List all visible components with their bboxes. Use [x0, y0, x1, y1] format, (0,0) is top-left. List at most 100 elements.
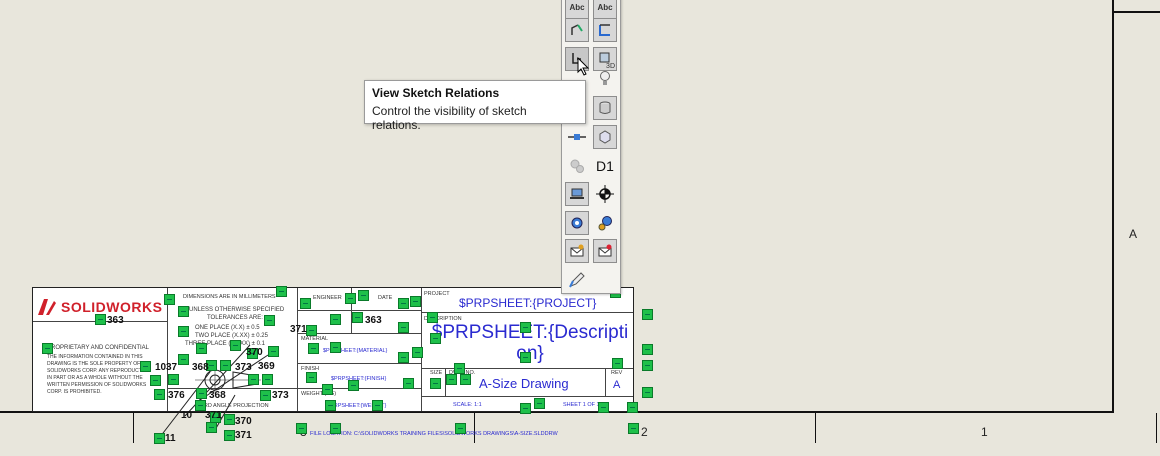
relation-marker[interactable]	[446, 374, 457, 385]
lightbulb-icon	[600, 71, 610, 85]
relation-marker[interactable]	[196, 343, 207, 354]
relation-marker[interactable]	[345, 293, 356, 304]
relation-marker[interactable]	[300, 298, 311, 309]
origin-icon	[596, 185, 614, 203]
relation-marker[interactable]	[372, 400, 383, 411]
relation-marker[interactable]	[268, 346, 279, 357]
edit-sketch-button[interactable]	[565, 18, 589, 42]
relation-number: 363	[365, 315, 382, 326]
relation-marker[interactable]	[322, 384, 333, 395]
sketch-outline-button[interactable]	[593, 18, 617, 42]
laptop-icon	[570, 188, 584, 199]
pencil-edit-icon	[569, 272, 585, 288]
relation-marker[interactable]	[330, 342, 341, 353]
tooltip-title: View Sketch Relations	[372, 86, 500, 100]
relation-number: 371	[235, 430, 252, 441]
relation-marker[interactable]	[248, 374, 259, 385]
relation-marker[interactable]	[42, 343, 53, 354]
relation-marker[interactable]	[358, 290, 369, 301]
gear-settings-button[interactable]	[565, 211, 589, 235]
relation-marker[interactable]	[196, 388, 207, 399]
tooltip-description: Control the visibility of sketch relatio…	[372, 104, 527, 132]
gears-disabled-button[interactable]	[565, 154, 589, 178]
cylinder-view-button[interactable]	[593, 96, 617, 120]
relation-marker[interactable]	[398, 352, 409, 363]
relation-marker[interactable]	[95, 314, 106, 325]
relation-marker[interactable]	[224, 414, 235, 425]
relation-marker[interactable]	[427, 312, 438, 323]
relation-marker[interactable]	[412, 347, 423, 358]
relation-marker[interactable]	[140, 361, 151, 372]
relation-number: 373	[235, 362, 252, 373]
relation-marker[interactable]	[296, 423, 307, 434]
dimension-names-icon: D1	[596, 158, 614, 174]
relation-marker[interactable]	[168, 374, 179, 385]
relation-marker[interactable]	[164, 294, 175, 305]
heads-up-view-toolbar[interactable]: Abc Abc 3D D1	[561, 0, 621, 294]
laptop-view-button[interactable]	[565, 182, 589, 206]
relation-marker[interactable]	[230, 340, 241, 351]
relation-marker[interactable]	[642, 360, 653, 371]
relation-marker[interactable]	[642, 309, 653, 320]
relation-marker[interactable]	[276, 286, 287, 297]
relation-marker[interactable]	[398, 322, 409, 333]
lightbulb-button[interactable]	[593, 67, 617, 91]
relation-number: 370	[235, 416, 252, 427]
relation-marker[interactable]	[430, 333, 441, 344]
annotation-note-alt-button[interactable]: Abc	[593, 0, 617, 19]
mail-link-icon	[598, 244, 612, 257]
relation-number: 370	[246, 347, 263, 358]
relation-marker[interactable]	[178, 354, 189, 365]
relation-marker[interactable]	[150, 375, 161, 386]
relation-marker[interactable]	[410, 296, 421, 307]
annotation-note-alt-icon: Abc	[597, 2, 613, 12]
relation-number: 371	[290, 324, 307, 335]
sketch-outline-icon	[599, 24, 610, 36]
relation-marker[interactable]	[154, 389, 165, 400]
relation-marker[interactable]	[264, 315, 275, 326]
gear-blue-button[interactable]	[593, 211, 617, 235]
relation-marker[interactable]	[220, 360, 231, 371]
relation-marker[interactable]	[262, 374, 273, 385]
relation-marker[interactable]	[598, 402, 609, 413]
relation-marker[interactable]	[330, 423, 341, 434]
relation-marker[interactable]	[612, 358, 623, 369]
relation-marker[interactable]	[627, 402, 638, 413]
dimension-names-button[interactable]: D1	[593, 154, 617, 178]
relation-marker[interactable]	[454, 363, 465, 374]
relation-marker[interactable]	[260, 390, 271, 401]
mail-settings-icon	[570, 244, 584, 257]
relation-marker[interactable]	[642, 387, 653, 398]
relation-marker[interactable]	[308, 343, 319, 354]
mail-link-button[interactable]	[593, 239, 617, 263]
relation-marker[interactable]	[430, 378, 441, 389]
relation-marker[interactable]	[178, 326, 189, 337]
relation-marker[interactable]	[520, 322, 531, 333]
relation-marker[interactable]	[330, 314, 341, 325]
relation-marker[interactable]	[154, 433, 165, 444]
origin-button[interactable]	[593, 182, 617, 206]
annotation-note-button[interactable]: Abc	[565, 0, 589, 19]
relation-marker[interactable]	[348, 380, 359, 391]
relation-marker[interactable]	[520, 352, 531, 363]
relation-marker[interactable]	[306, 325, 317, 336]
pencil-edit-button[interactable]	[565, 268, 589, 292]
relation-marker[interactable]	[178, 306, 189, 317]
relation-marker[interactable]	[534, 398, 545, 409]
relation-marker[interactable]	[628, 423, 639, 434]
relation-marker[interactable]	[206, 422, 217, 433]
relation-marker[interactable]	[403, 378, 414, 389]
mail-settings-button[interactable]	[565, 239, 589, 263]
relation-number: 368	[192, 362, 209, 373]
relation-marker[interactable]	[306, 372, 317, 383]
relation-marker[interactable]	[325, 400, 336, 411]
cube-view-icon	[599, 130, 611, 144]
relation-marker[interactable]	[460, 374, 471, 385]
relation-marker[interactable]	[352, 312, 363, 323]
relation-marker[interactable]	[642, 344, 653, 355]
cube-view-button[interactable]	[593, 125, 617, 149]
relation-marker[interactable]	[455, 423, 466, 434]
relation-marker[interactable]	[520, 403, 531, 414]
relation-marker[interactable]	[398, 298, 409, 309]
relation-marker[interactable]	[224, 430, 235, 441]
